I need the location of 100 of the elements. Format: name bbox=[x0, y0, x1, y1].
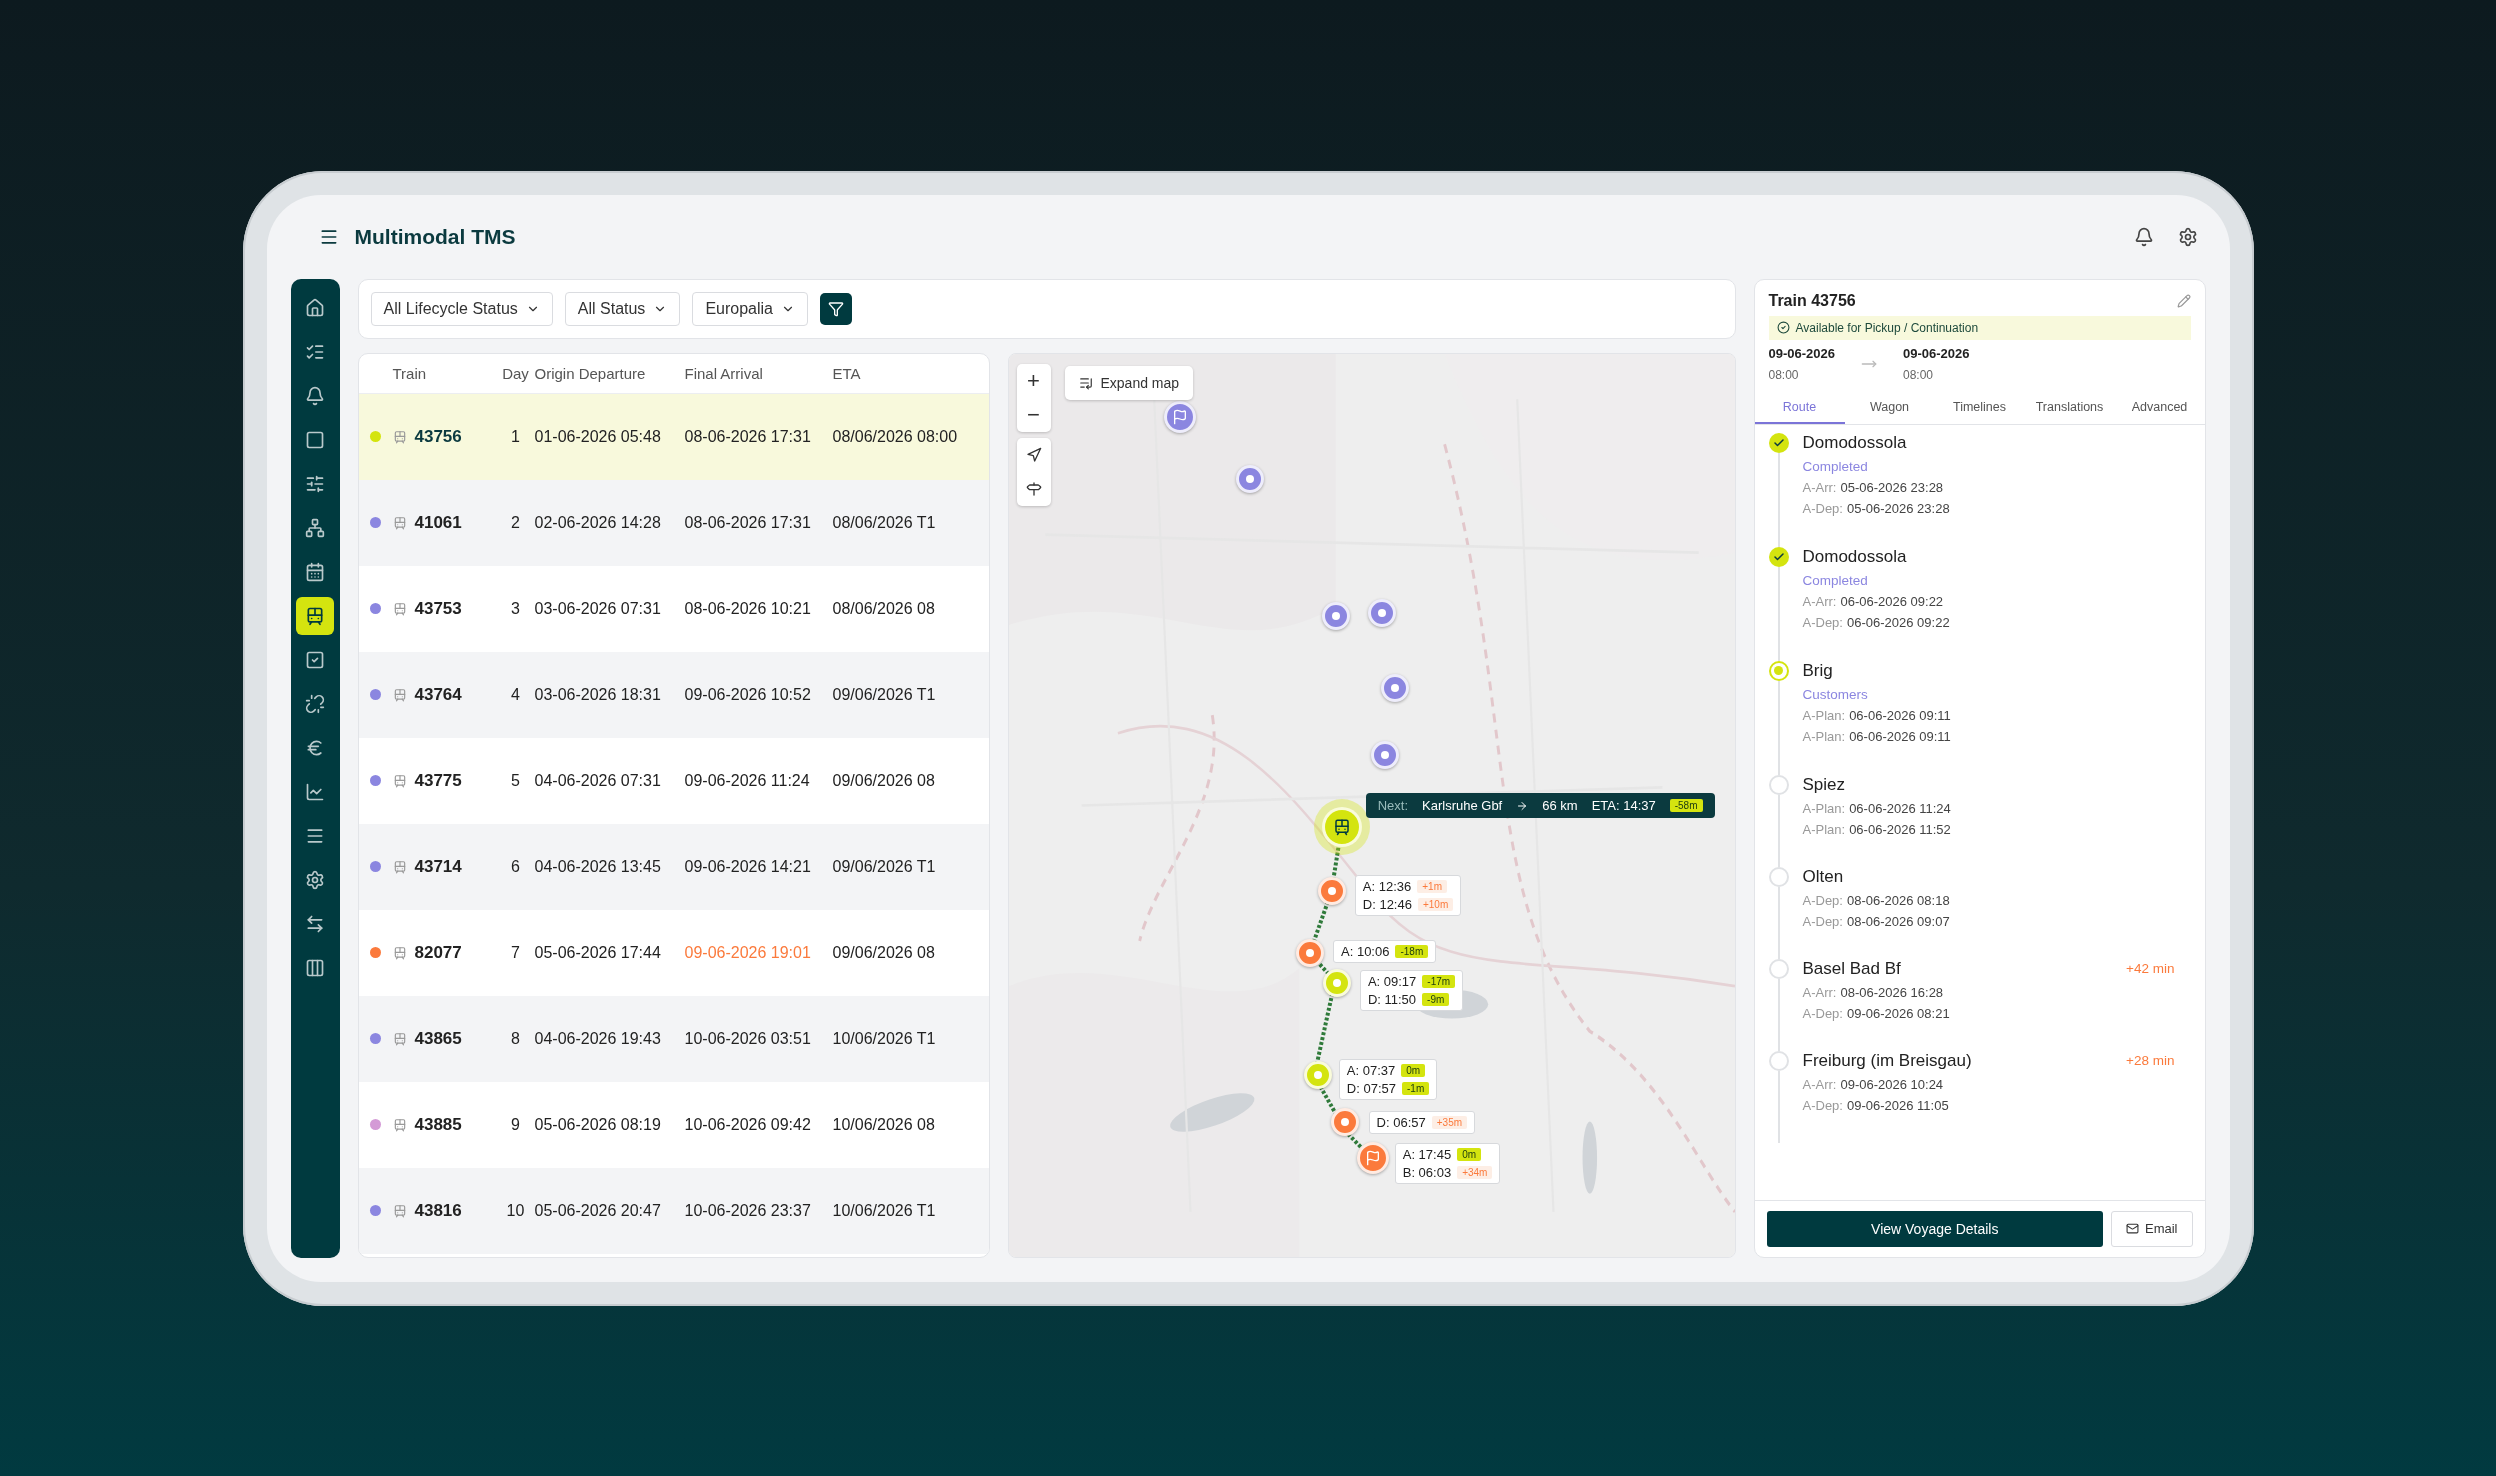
train-number: 43865 bbox=[414, 1028, 462, 1049]
table-row[interactable]: 43764 4 03-06-2026 18:31 09-06-2026 10:52 09/06/2026 T1 bbox=[358, 651, 989, 738]
table-cell-text: 09/06/2026 08 bbox=[832, 943, 936, 962]
delay-badge: -1m bbox=[1402, 1081, 1430, 1095]
checkbox-icon bbox=[305, 649, 325, 670]
table-cell-text: 08/06/2026 08:00 bbox=[832, 427, 959, 446]
time-text: 08:00 bbox=[1903, 367, 1935, 382]
delay-badge: -58m bbox=[1669, 799, 1703, 813]
tab[interactable]: Timelines bbox=[1934, 391, 2025, 424]
app-title: Multimodal TMS bbox=[354, 224, 517, 249]
table-row[interactable]: 43865 8 04-06-2026 19:43 10-06-2026 03:51 10/06/2026 T1 bbox=[358, 995, 989, 1082]
filter-button[interactable] bbox=[820, 292, 852, 325]
zoom-out-button[interactable]: − bbox=[1016, 397, 1051, 432]
station-name: Karlsruhe Gbf bbox=[1422, 798, 1503, 814]
table-cell-text: 7 bbox=[510, 943, 521, 962]
table-cell-text: 10 bbox=[505, 1201, 526, 1220]
table-cell-text: 10/06/2026 08 bbox=[832, 1115, 936, 1134]
eta-text: ETA: 14:37 bbox=[1591, 798, 1656, 814]
transfer-icon bbox=[305, 913, 325, 934]
time-text: A: 10:06 bbox=[1341, 943, 1390, 959]
stop-time: A-Dep: 09-06-2026 11:05 bbox=[1802, 1097, 1950, 1113]
stop-name: Domodossola bbox=[1802, 432, 1907, 453]
time-text: 08:00 bbox=[1768, 367, 1800, 382]
delay-badge: +10m bbox=[1417, 897, 1454, 911]
tab[interactable]: Route bbox=[1754, 391, 1845, 424]
stop-time: A-Plan: 06-06-2026 09:11 bbox=[1802, 728, 1952, 744]
table-cell-text: 04-06-2026 07:31 bbox=[534, 771, 662, 790]
table-row[interactable]: 43816 10 05-06-2026 20:47 10-06-2026 23:37 10/06/2026 T1 bbox=[358, 1167, 989, 1254]
table-cell-text: 02-06-2026 14:28 bbox=[534, 513, 662, 532]
table-cell-text: 2 bbox=[510, 513, 521, 532]
table-cell-text: 08/06/2026 08 bbox=[832, 599, 936, 618]
edit-icon[interactable] bbox=[2176, 293, 2191, 308]
stop-name: Domodossola bbox=[1802, 546, 1907, 567]
table-cell-text: 09/06/2026 T1 bbox=[832, 857, 937, 876]
table-cell-text: 09-06-2026 10:52 bbox=[684, 685, 812, 704]
distance: 66 km bbox=[1542, 798, 1578, 814]
time-text: A: 07:37 bbox=[1346, 1062, 1396, 1078]
filter-dropdown[interactable]: All Lifecycle Status bbox=[370, 291, 553, 326]
zoom-in-button[interactable]: + bbox=[1016, 363, 1051, 398]
date-text: 09-06-2026 bbox=[1903, 345, 1970, 361]
table-cell-text: 08-06-2026 17:31 bbox=[684, 427, 812, 446]
table-cell-text: 04-06-2026 13:45 bbox=[534, 857, 662, 876]
stop-time: A-Dep: 06-06-2026 09:22 bbox=[1802, 614, 1951, 630]
filter-icon bbox=[828, 300, 844, 317]
table-cell-text: 08-06-2026 10:21 bbox=[684, 599, 812, 618]
train-icon bbox=[392, 687, 407, 702]
view-voyage-button[interactable]: View Voyage Details bbox=[1766, 1210, 2103, 1247]
train-icon bbox=[392, 515, 407, 530]
stop-time: A-Arr: 09-06-2026 10:24 bbox=[1802, 1076, 1945, 1092]
settings-icon bbox=[2177, 226, 2198, 247]
stop-time: A-Arr: 06-06-2026 09:22 bbox=[1802, 593, 1945, 609]
columns-icon bbox=[305, 957, 325, 978]
status-text: Available for Pickup / Continuation bbox=[1795, 320, 1979, 335]
filter-dropdown[interactable]: All Status bbox=[564, 291, 681, 326]
table-cell-text: 10/06/2026 T1 bbox=[832, 1201, 937, 1220]
filter-dropdown[interactable]: Europalia bbox=[692, 291, 808, 326]
table-cell-text: 05-06-2026 17:44 bbox=[534, 943, 662, 962]
delay-badge: 0m bbox=[1457, 1147, 1482, 1161]
tab[interactable]: Translations bbox=[2024, 391, 2115, 424]
stop-name: Spiez bbox=[1802, 774, 1846, 795]
delay-text: +28 min bbox=[2126, 1052, 2175, 1068]
time-text: D: 07:57 bbox=[1346, 1080, 1396, 1096]
table-row[interactable]: 43714 6 04-06-2026 13:45 09-06-2026 14:21 09/06/2026 T1 bbox=[358, 823, 989, 910]
table-cell-text: 10-06-2026 03:51 bbox=[684, 1029, 812, 1048]
table-cell-text: 10/06/2026 T1 bbox=[832, 1029, 937, 1048]
stop-time: A-Plan: 06-06-2026 11:52 bbox=[1802, 821, 1952, 837]
train-icon bbox=[392, 1117, 407, 1132]
settings-icon bbox=[305, 869, 325, 890]
train-number: 43775 bbox=[414, 770, 462, 791]
delay-badge: -18m bbox=[1395, 944, 1429, 958]
check-circle-icon bbox=[1776, 321, 1790, 334]
train-icon bbox=[305, 605, 325, 626]
table-cell-text: 9 bbox=[510, 1115, 521, 1134]
flag-icon bbox=[1171, 408, 1188, 425]
tab[interactable]: Advanced bbox=[2114, 391, 2205, 424]
train-number: 43756 bbox=[414, 426, 462, 447]
time-text: A: 12:36 bbox=[1362, 878, 1412, 894]
train-number: 82077 bbox=[414, 942, 462, 963]
table-cell-text: 03-06-2026 07:31 bbox=[534, 599, 662, 618]
delay-badge: -17m bbox=[1422, 975, 1456, 989]
calendar-icon bbox=[305, 561, 325, 582]
column-header: Train bbox=[392, 364, 428, 382]
sliders-icon bbox=[305, 473, 325, 494]
flag-icon bbox=[1364, 1150, 1381, 1167]
stop-time: A-Plan: 06-06-2026 09:11 bbox=[1802, 707, 1952, 723]
train-icon bbox=[392, 429, 407, 444]
stop-name: Olten bbox=[1802, 866, 1844, 887]
stop-tag: Customers bbox=[1802, 686, 2191, 702]
email-button[interactable]: Email bbox=[2111, 1210, 2193, 1247]
tab[interactable]: Wagon bbox=[1844, 391, 1935, 424]
column-header: ETA bbox=[832, 364, 862, 382]
stop-time: A-Dep: 09-06-2026 08:21 bbox=[1802, 1005, 1951, 1021]
expand-map-button[interactable]: Expand map bbox=[1064, 365, 1194, 400]
table-row[interactable]: 43756 1 01-06-2026 05:48 08-06-2026 17:31 08/06/2026 08:00 bbox=[358, 393, 989, 480]
delay-badge: +35m bbox=[1431, 1116, 1468, 1130]
train-icon bbox=[392, 601, 407, 616]
train-icon bbox=[392, 945, 407, 960]
table-row[interactable]: 41061 2 02-06-2026 14:28 08-06-2026 17:31 08/06/2026 T1 bbox=[358, 479, 989, 566]
sidebar-item[interactable] bbox=[296, 596, 334, 635]
bell-icon bbox=[2133, 226, 2154, 247]
